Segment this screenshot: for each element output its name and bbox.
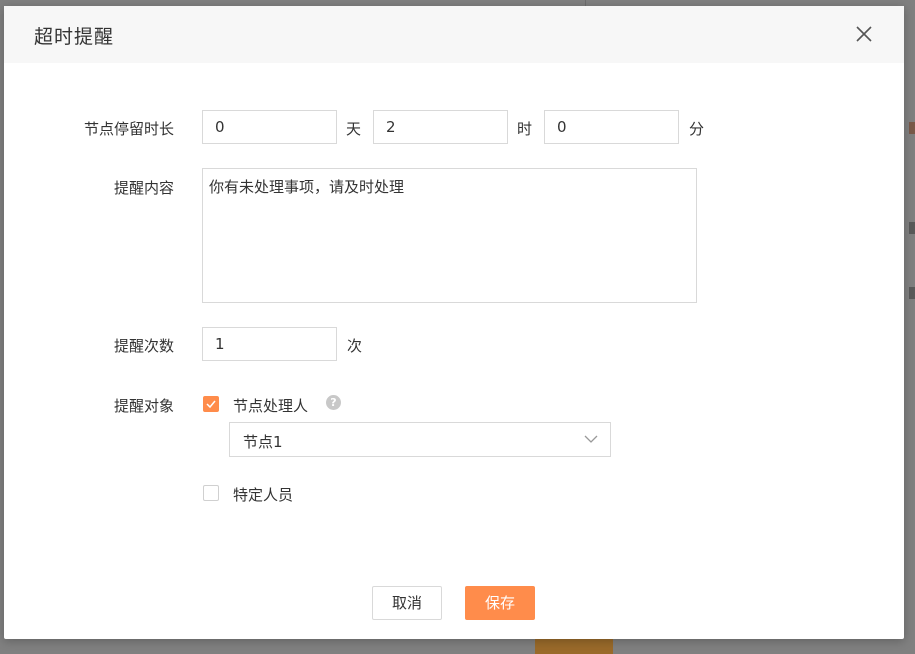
hours-input[interactable] — [373, 110, 508, 144]
dialog-header: 超时提醒 — [4, 6, 904, 63]
node-select[interactable]: 节点1 — [229, 422, 611, 457]
cancel-button[interactable]: 取消 — [372, 586, 442, 620]
content-label: 提醒内容 — [113, 179, 174, 197]
timeout-reminder-dialog: 超时提醒 节点停留时长 天 时 分 提醒内容 你有未处理事项，请及时处理 提醒次… — [4, 6, 904, 639]
node-handler-checkbox[interactable] — [203, 396, 219, 412]
node-handler-label[interactable]: 节点处理人 — [233, 395, 308, 416]
days-unit: 天 — [346, 120, 362, 138]
hours-unit: 时 — [517, 120, 533, 138]
minutes-unit: 分 — [689, 120, 705, 138]
minutes-input[interactable] — [544, 110, 679, 144]
save-button[interactable]: 保存 — [465, 586, 535, 620]
target-label: 提醒对象 — [113, 397, 174, 415]
node-select-value: 节点1 — [243, 433, 283, 451]
background-text-fragment — [909, 222, 915, 234]
duration-label: 节点停留时长 — [83, 120, 174, 138]
count-unit: 次 — [347, 337, 363, 355]
days-input[interactable] — [202, 110, 337, 144]
count-label: 提醒次数 — [113, 337, 174, 355]
close-icon[interactable] — [852, 22, 876, 46]
chevron-down-icon — [584, 435, 598, 443]
question-icon[interactable]: ? — [326, 395, 341, 410]
background-button — [535, 638, 613, 654]
background-text-fragment — [909, 287, 915, 299]
checkmark-icon — [206, 400, 216, 409]
count-input[interactable] — [202, 327, 337, 361]
content-textarea[interactable]: 你有未处理事项，请及时处理 — [202, 168, 697, 303]
background-text-fragment — [909, 122, 915, 134]
specific-person-checkbox[interactable] — [203, 485, 219, 501]
dialog-title: 超时提醒 — [34, 26, 115, 48]
specific-person-label[interactable]: 特定人员 — [233, 484, 293, 505]
